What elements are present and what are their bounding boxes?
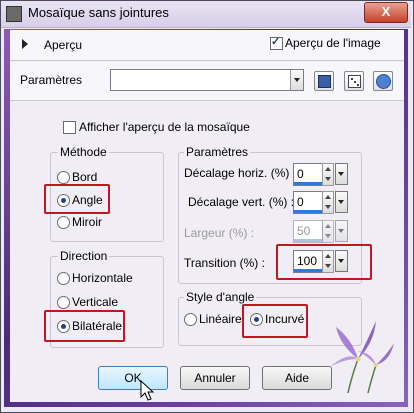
close-button[interactable]: X — [364, 2, 408, 23]
mosaic-preview-label: Afficher l'aperçu de la mosaïque — [79, 120, 250, 134]
spin-up-icon — [325, 224, 331, 228]
radio-horizontale[interactable] — [57, 272, 70, 285]
flower-decoration-icon — [330, 321, 394, 394]
dice-dot — [351, 78, 353, 80]
spin-down-icon — [325, 234, 331, 238]
decalage-vert-dropdown[interactable] — [335, 191, 348, 213]
largeur-bar — [294, 239, 322, 242]
label-horizontale: Horizontale — [72, 271, 133, 285]
highlight-angle — [44, 184, 110, 214]
decalage-horiz-input[interactable]: 0 — [293, 163, 323, 186]
spin-down-icon — [325, 205, 331, 209]
reset-icon — [376, 74, 391, 89]
dice-dot — [354, 81, 356, 83]
presets-dropdown-icon[interactable] — [290, 70, 303, 90]
decalage-vert-bar — [294, 210, 322, 213]
largeur-input[interactable]: 50 — [293, 220, 323, 243]
window-title: Mosaïque sans jointures — [28, 5, 169, 20]
transition-label: Transition (%) : — [184, 256, 265, 270]
floppy-icon — [318, 75, 331, 88]
save-preset-button[interactable] — [314, 71, 334, 91]
label-verticale: Verticale — [72, 295, 119, 309]
decalage-horiz-dropdown[interactable] — [335, 163, 348, 185]
spin-up-icon — [325, 195, 331, 199]
highlight-bilaterale — [44, 310, 125, 342]
apercu-image-checkbox[interactable] — [270, 35, 283, 50]
style-angle-title: Style d'angle — [184, 290, 257, 304]
spin-up-icon — [325, 167, 331, 171]
presets-combo[interactable] — [110, 69, 304, 91]
parametres-title: Paramètres — [184, 145, 251, 159]
presets-label: Paramètres — [20, 73, 83, 87]
direction-title: Direction — [58, 249, 110, 263]
decalage-horiz-value: 0 — [297, 167, 304, 181]
randomize-button[interactable] — [344, 71, 364, 91]
apercu-image-label: Aperçu de l'image — [285, 36, 381, 50]
radio-bord[interactable] — [57, 171, 70, 184]
largeur-dropdown[interactable] — [335, 220, 348, 242]
decalage-vert-input[interactable]: 0 — [293, 191, 323, 214]
decalage-horiz-bar — [294, 182, 322, 185]
dice-dot — [357, 84, 359, 86]
mosaic-preview-checkbox[interactable] — [63, 121, 76, 134]
decalage-vert-value: 0 — [297, 195, 304, 209]
radio-lineaire[interactable] — [184, 313, 197, 326]
largeur-label: Largeur (%) : — [184, 226, 255, 240]
decalage-horiz-spinner[interactable] — [322, 163, 334, 186]
label-bord: Bord — [72, 170, 98, 184]
largeur-value: 50 — [297, 224, 311, 238]
app-icon — [6, 6, 22, 22]
label-miroir: Miroir — [72, 215, 102, 229]
ok-button[interactable]: OK — [98, 366, 168, 390]
radio-miroir[interactable] — [57, 216, 70, 229]
spin-down-icon — [325, 177, 331, 181]
decalage-vert-spinner[interactable] — [322, 191, 334, 214]
annuler-button[interactable]: Annuler — [180, 366, 250, 390]
mouse-cursor-icon — [140, 380, 155, 401]
reset-button[interactable] — [373, 71, 393, 91]
dice-icon — [348, 75, 361, 88]
label-lineaire: Linéaire — [199, 312, 242, 326]
highlight-transition — [276, 244, 372, 280]
expand-preview-icon[interactable] — [22, 39, 28, 49]
methode-title: Méthode — [58, 145, 109, 159]
radio-verticale[interactable] — [57, 296, 70, 309]
decalage-horiz-label: Décalage horiz. (%) : — [184, 166, 297, 180]
apercu-label: Aperçu — [44, 38, 83, 52]
highlight-incurve — [242, 304, 308, 338]
decalage-vert-label: Décalage vert. (%) : — [188, 195, 295, 209]
largeur-spinner[interactable] — [322, 220, 334, 243]
